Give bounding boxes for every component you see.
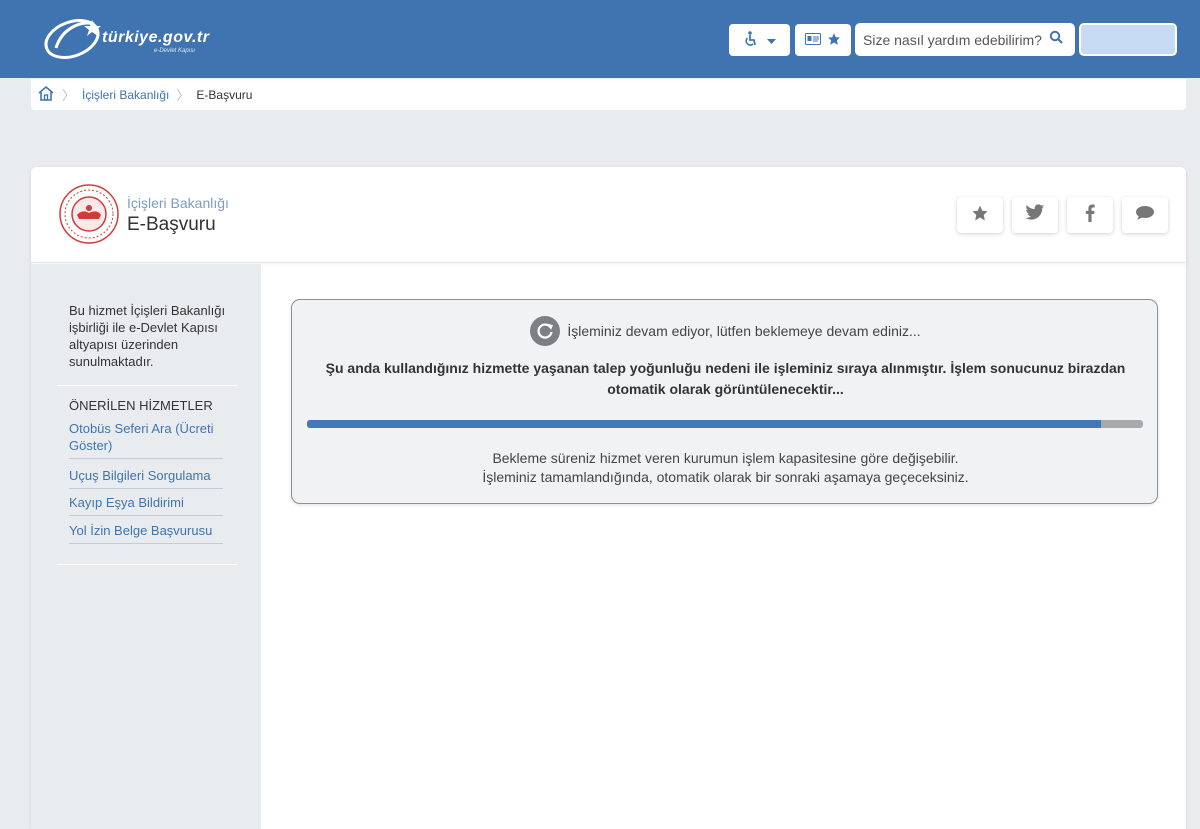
star-icon bbox=[971, 204, 989, 227]
wait-info-line: İşleminiz tamamlandığında, otomatik olar… bbox=[482, 469, 969, 485]
service-title: E-Başvuru bbox=[127, 214, 216, 235]
search-box[interactable] bbox=[855, 23, 1075, 56]
suggested-services-title: ÖNERİLEN HİZMETLER bbox=[69, 398, 213, 413]
sidebar: Bu hizmet İçişleri Bakanlığı işbirliği i… bbox=[31, 264, 261, 829]
wait-info-line: Bekleme süreniz hizmet veren kurumun işl… bbox=[492, 450, 959, 466]
progress-bar bbox=[307, 420, 1143, 428]
queue-wait-box: İşleminiz devam ediyor, lütfen beklemeye… bbox=[291, 299, 1158, 504]
feedback-button[interactable] bbox=[1122, 197, 1168, 233]
facebook-icon bbox=[1085, 204, 1095, 227]
service-provider-note: Bu hizmet İçişleri Bakanlığı işbirliği i… bbox=[69, 303, 226, 369]
logo-subtext: e-Devlet Kapısı bbox=[154, 48, 196, 54]
wait-info: Bekleme süreniz hizmet veren kurumun işl… bbox=[292, 449, 1159, 487]
turkiye-gov-logo[interactable]: türkiye.gov.tr e-Devlet Kapısı bbox=[42, 14, 242, 64]
breadcrumb-current: E-Başvuru bbox=[196, 87, 253, 102]
twitter-share-button[interactable] bbox=[1012, 197, 1058, 233]
breadcrumb-organization[interactable]: İçişleri Bakanlığı bbox=[82, 88, 169, 102]
favorite-button[interactable] bbox=[957, 197, 1003, 233]
search-icon[interactable] bbox=[1049, 30, 1063, 49]
logo-text: türkiye.gov.tr bbox=[102, 29, 210, 46]
comment-icon bbox=[1135, 205, 1155, 226]
id-card-icon bbox=[805, 32, 821, 48]
accessibility-icon bbox=[743, 30, 757, 50]
suggested-service-link[interactable]: Yol İzin Belge Başvurusu bbox=[69, 522, 223, 544]
logo-swoosh-icon bbox=[44, 19, 101, 59]
ministry-seal-icon bbox=[59, 184, 119, 244]
search-input[interactable] bbox=[863, 31, 1049, 48]
wait-status-text: İşleminiz devam ediyor, lütfen beklemeye… bbox=[567, 323, 921, 339]
twitter-icon bbox=[1025, 204, 1045, 226]
star-icon bbox=[827, 32, 841, 49]
login-button[interactable] bbox=[1079, 23, 1177, 56]
suggested-service-link[interactable]: Otobüs Seferi Ara (Ücreti Göster) bbox=[69, 420, 223, 459]
top-header: türkiye.gov.tr e-Devlet Kapısı bbox=[0, 0, 1200, 78]
facebook-share-button[interactable] bbox=[1067, 197, 1113, 233]
id-card-favorites-button[interactable] bbox=[795, 24, 851, 56]
progress-bar-fill bbox=[307, 420, 1102, 428]
sidebar-divider bbox=[57, 564, 237, 565]
service-panel: İçişleri Bakanlığı E-Başvuru Bu hizmet İ… bbox=[31, 167, 1186, 829]
chevron-down-icon bbox=[767, 33, 776, 48]
wait-status: İşleminiz devam ediyor, lütfen beklemeye… bbox=[292, 316, 1159, 346]
home-icon[interactable] bbox=[37, 85, 55, 104]
organization-name: İçişleri Bakanlığı bbox=[127, 195, 229, 211]
suggested-service-link[interactable]: Uçuş Bilgileri Sorgulama bbox=[69, 467, 223, 489]
breadcrumb-separator: 〉 bbox=[62, 88, 76, 103]
queue-message: Şu anda kullandığınız hizmette yaşanan t… bbox=[325, 360, 1126, 397]
service-header: İçişleri Bakanlığı E-Başvuru bbox=[31, 167, 1186, 263]
breadcrumb: 〉 İçişleri Bakanlığı 〉 E-Başvuru bbox=[31, 79, 1186, 110]
suggested-service-link[interactable]: Kayıp Eşya Bildirimi bbox=[69, 494, 223, 516]
sidebar-divider bbox=[57, 385, 237, 386]
refresh-icon bbox=[530, 316, 561, 346]
breadcrumb-separator: 〉 bbox=[176, 88, 190, 103]
accessibility-button[interactable] bbox=[729, 24, 790, 56]
